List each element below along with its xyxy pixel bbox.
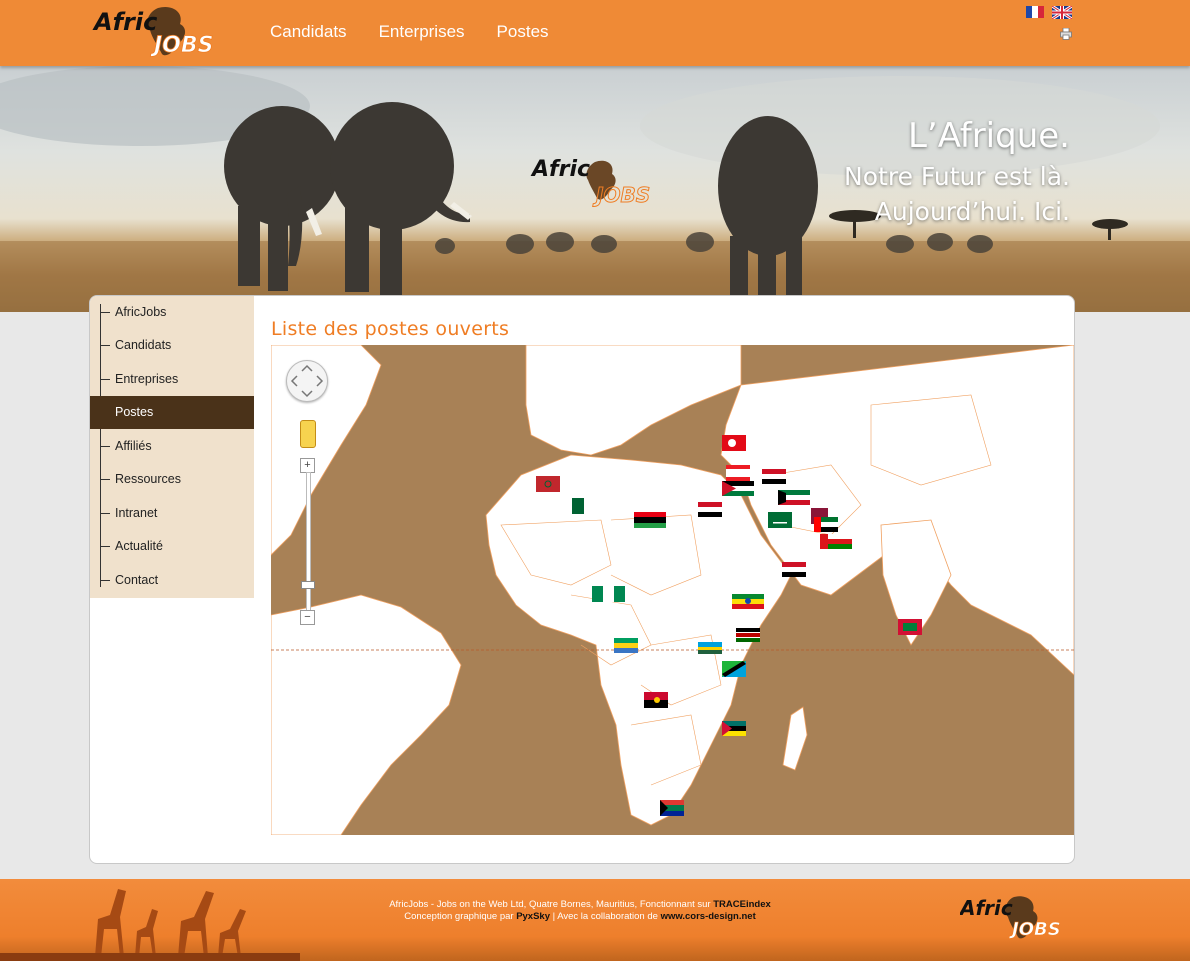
jordan-flag-icon[interactable] [722,481,754,496]
sidebar-item-label: Actualité [115,539,163,553]
menu-tick [100,546,110,547]
street-view-pegman-icon[interactable] [300,420,316,448]
logo-tail: JOBS [150,33,214,58]
jobs-map[interactable]: + − [271,345,1074,835]
libya-flag-icon[interactable] [634,512,666,528]
sidebar-item-candidats[interactable]: Candidats [90,329,254,362]
menu-tick [100,379,110,380]
language-switcher [1026,6,1072,19]
ethiopia-flag-icon[interactable] [732,594,764,609]
giraffes-silhouette [0,889,300,961]
sidebar-item-label: Postes [115,405,154,419]
footer-africjobs-logo[interactable]: Afric JOBS [960,893,1076,943]
nigeria-flag-icon[interactable] [592,586,625,602]
madagascar [782,706,808,771]
banner-line-1: L’Afrique. [907,116,1070,156]
sidebar-item-label: Contact [115,573,159,587]
mozambique-flag-icon[interactable] [722,721,746,736]
print-icon[interactable] [1060,28,1072,40]
page-title: Liste des postes ouverts [271,318,510,340]
egypt-flag-icon[interactable] [698,502,722,517]
zoom-in-button[interactable]: + [300,458,315,473]
menu-tick [100,580,110,581]
banner-slogan: L’Afrique. Notre Futur est là. Aujourd’h… [844,116,1070,232]
banner-line-3: Aujourd’hui. Ici. [874,197,1070,226]
sidebar-item-entreprises[interactable]: Entreprises [90,363,254,396]
morocco-flag-icon[interactable] [536,476,560,492]
pan-arrows-icon [290,364,324,398]
sidebar-item-actualite[interactable]: Actualité [90,530,254,563]
footer-credits: AfricJobs - Jobs on the Web Ltd, Quatre … [330,899,830,923]
footer-logo-tail: JOBS [1009,919,1061,940]
south-america [271,594,462,835]
footer: AfricJobs - Jobs on the Web Ltd, Quatre … [0,879,1190,961]
traceindex-link[interactable]: TRACEindex [713,899,771,910]
footer-logo-word: Afric [960,896,1013,920]
sidebar-item-intranet[interactable]: Intranet [90,497,254,530]
lebanon-flag-icon[interactable] [726,465,750,481]
banner-logo-tail: JOBS [592,183,650,207]
main-nav: Candidats Enterprises Postes [270,22,549,42]
sidebar-menu: AfricJobs Candidats Entreprises Postes A… [90,296,254,598]
logo-word: Afric [92,8,157,36]
sidebar-item-ressources[interactable]: Ressources [90,463,254,496]
sidebar-item-label: Intranet [115,506,158,520]
banner-logo-word: Afric [530,157,590,182]
south-africa-flag-icon[interactable] [660,800,684,816]
sidebar-item-africjobs[interactable]: AfricJobs [90,296,254,329]
pyxsky-link[interactable]: PyxSky [516,911,550,922]
algeria-flag-icon[interactable] [572,498,596,514]
top-header: Afric JOBS Candidats Enterprises Postes [0,0,1190,66]
sidebar-item-affilies[interactable]: Affiliés [90,430,254,463]
sidebar-item-label: Candidats [115,338,172,352]
map-pan-control[interactable] [286,360,328,402]
sidebar-item-label: Entreprises [115,372,179,386]
saudi-arabia-flag-icon[interactable] [768,512,792,528]
footer-collab-label: | Avec la collaboration de [550,911,661,922]
footer-line-2: Conception graphique par PyxSky | Avec l… [330,911,830,923]
sidebar-item-contact[interactable]: Contact [90,564,254,597]
europe [525,345,742,456]
content-panel: AfricJobs Candidats Entreprises Postes A… [89,295,1075,864]
nav-postes[interactable]: Postes [497,22,549,42]
rwanda-flag-icon[interactable] [698,642,722,654]
menu-tick [100,412,110,413]
angola-flag-icon[interactable] [644,692,668,708]
africjobs-logo[interactable]: Afric JOBS [92,4,232,60]
sidebar-item-label: Affiliés [115,439,152,453]
gabon-flag-icon[interactable] [614,638,638,653]
zoom-slider-handle[interactable] [301,581,315,589]
uk-flag-icon[interactable] [1052,6,1072,19]
turkey-flag-icon[interactable] [722,435,746,451]
sidebar-item-label: Ressources [115,472,181,486]
banner-line-2: Notre Futur est là. [844,162,1070,191]
maldives-flag-icon[interactable] [898,619,922,635]
oman-flag-icon[interactable] [820,534,852,549]
menu-tick [100,446,110,447]
cors-design-link[interactable]: www.cors-design.net [661,911,756,922]
zoom-out-button[interactable]: − [300,610,315,625]
iraq-flag-icon[interactable] [762,469,786,484]
tanzania-flag-icon[interactable] [722,661,746,677]
menu-tick [100,345,110,346]
menu-tick [100,513,110,514]
uae-flag-icon[interactable] [814,517,838,532]
menu-tick [100,312,110,313]
nav-enterprises[interactable]: Enterprises [379,22,465,42]
kenya-flag-icon[interactable] [736,628,760,642]
footer-line-1: AfricJobs - Jobs on the Web Ltd, Quatre … [330,899,830,911]
asia [720,345,1074,676]
footer-company: AfricJobs - Jobs on the Web Ltd, Quatre … [389,899,714,910]
sidebar-item-postes[interactable]: Postes [90,396,254,429]
nav-candidats[interactable]: Candidats [270,22,347,42]
menu-tick [100,479,110,480]
world-map [271,345,1074,835]
kuwait-flag-icon[interactable] [778,490,810,505]
footer-design-label: Conception graphique par [404,911,517,922]
sidebar-item-label: AfricJobs [115,305,167,319]
zoom-slider-track[interactable] [306,472,311,611]
hero-banner: Afric JOBS L’Afrique. Notre Futur est là… [0,66,1190,312]
yemen-flag-icon[interactable] [782,562,806,577]
fr-flag-icon[interactable] [1026,6,1044,18]
